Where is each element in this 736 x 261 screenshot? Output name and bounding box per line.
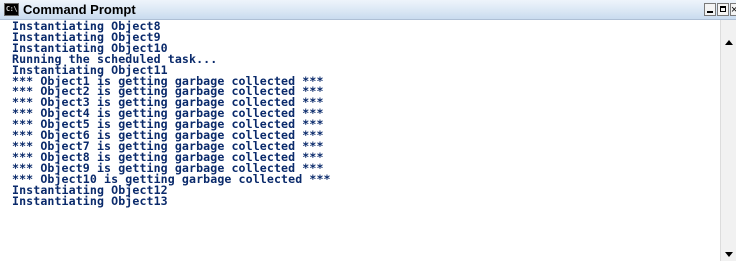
scroll-track[interactable]: [723, 48, 733, 248]
vertical-scrollbar[interactable]: [720, 20, 736, 261]
maximize-button[interactable]: [717, 3, 729, 16]
minimize-button[interactable]: [704, 3, 716, 16]
console-output[interactable]: Instantiating Object8 Instantiating Objec…: [0, 20, 720, 261]
close-button[interactable]: ×: [730, 3, 736, 16]
caption-buttons: ×: [704, 3, 736, 17]
scroll-down-arrow-icon[interactable]: [725, 252, 733, 257]
console-line: Instantiating Object13: [12, 193, 168, 208]
command-prompt-window: C:\ Command Prompt × Instantiating Objec…: [0, 0, 736, 261]
console-icon-label: C:\: [5, 5, 18, 13]
window-title: Command Prompt: [23, 2, 136, 17]
scroll-up-arrow-icon[interactable]: [725, 40, 733, 45]
console-icon[interactable]: C:\: [4, 3, 19, 16]
console-text: Instantiating Object8 Instantiating Objec…: [0, 20, 720, 206]
title-bar[interactable]: C:\ Command Prompt ×: [0, 0, 736, 20]
